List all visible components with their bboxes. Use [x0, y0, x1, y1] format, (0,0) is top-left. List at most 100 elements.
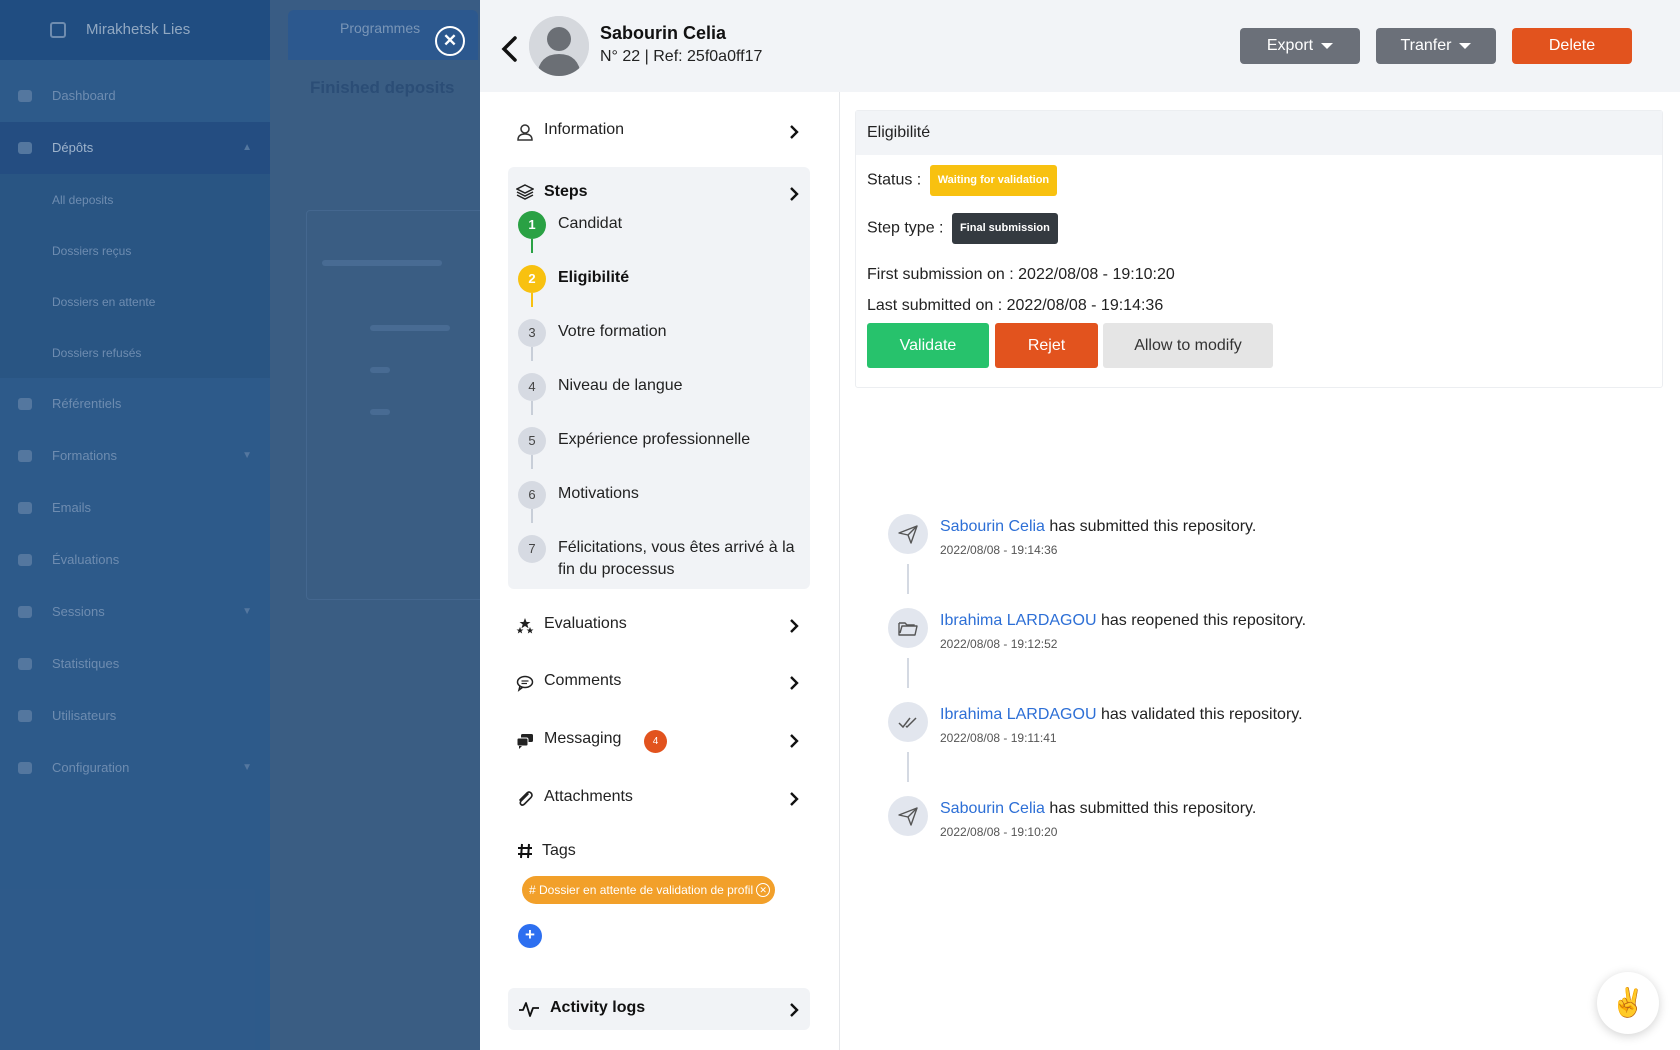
- timeline-user-link[interactable]: Sabourin Celia: [940, 518, 1045, 535]
- tags-title: Tags: [542, 842, 576, 859]
- tag-label: # Dossier en attente de validation de pr…: [529, 883, 754, 897]
- step-connector: [531, 293, 533, 307]
- transfer-button[interactable]: Tranfer: [1376, 28, 1496, 64]
- candidate-drawer: Sabourin Celia N° 22 | Ref: 25f0a0ff17 E…: [480, 0, 1680, 1050]
- export-button[interactable]: Export: [1240, 28, 1360, 64]
- step-number: 7: [518, 535, 546, 563]
- folder-open-icon: [888, 608, 928, 648]
- step-number: 4: [518, 373, 546, 401]
- transfer-label: Tranfer: [1400, 37, 1452, 54]
- step-label: Félicitations, vous êtes arrivé à la fin…: [558, 539, 795, 578]
- menu-attachments[interactable]: Attachments: [508, 778, 810, 818]
- remove-tag-icon[interactable]: ✕: [756, 883, 771, 897]
- export-label: Export: [1266, 37, 1314, 54]
- step-type-row: Step type : Final submission: [867, 213, 1058, 244]
- timeline-date: 2022/08/08 - 19:12:52: [940, 637, 1058, 651]
- menu-attachments-label: Attachments: [544, 788, 633, 805]
- timeline-connector: [907, 658, 909, 688]
- timeline-text: Sabourin Celia has submitted this reposi…: [940, 800, 1256, 818]
- timeline-date: 2022/08/08 - 19:10:20: [940, 825, 1058, 839]
- menu-information[interactable]: Information: [508, 111, 810, 151]
- step-connector: [531, 401, 533, 415]
- timeline-user-link[interactable]: Ibrahima LARDAGOU: [940, 612, 1097, 629]
- eligibility-card: Eligibilité Status : Waiting for validat…: [855, 110, 1663, 388]
- timeline-date: 2022/08/08 - 19:14:36: [940, 543, 1058, 557]
- status-row: Status : Waiting for validation: [867, 165, 1058, 196]
- step-label: Votre formation: [558, 323, 667, 340]
- paperclip-icon: [516, 790, 534, 808]
- steps-section: Steps 1 Candidat 2 Eligibilité 3 Votre f…: [508, 167, 810, 589]
- step-label: Candidat: [558, 215, 623, 232]
- timeline-user-link[interactable]: Ibrahima LARDAGOU: [940, 706, 1097, 723]
- menu-messaging-label: Messaging: [544, 730, 622, 747]
- timeline-connector: [907, 752, 909, 782]
- menu-comments-label: Comments: [544, 672, 622, 689]
- hashtag-icon: [516, 842, 534, 865]
- step-number: 3: [518, 319, 546, 347]
- menu-information-label: Information: [544, 121, 625, 138]
- victory-hand-icon[interactable]: ✌: [1597, 972, 1659, 1034]
- step-connector: [531, 455, 533, 469]
- back-button[interactable]: [497, 32, 523, 66]
- chevron-right-icon: [788, 733, 800, 749]
- modal-backdrop[interactable]: [0, 0, 480, 1050]
- steps-header[interactable]: Steps: [515, 179, 802, 209]
- stars-icon: [516, 617, 534, 635]
- drawer-right-panel: Eligibilité Status : Waiting for validat…: [840, 92, 1680, 1050]
- drawer-header: Sabourin Celia N° 22 | Ref: 25f0a0ff17 E…: [480, 0, 1680, 92]
- first-submission-text: First submission on : 2022/08/08 - 19:10…: [867, 266, 1175, 283]
- step-type-label: Step type :: [867, 219, 944, 237]
- user-icon: [516, 123, 534, 141]
- timeline-action: has submitted this repository.: [1044, 800, 1257, 817]
- drawer-left-panel: Information Steps 1 Candidat 2 Eligibili…: [480, 92, 840, 1050]
- menu-evaluations[interactable]: Evaluations: [508, 605, 810, 645]
- step-connector: [531, 347, 533, 361]
- timeline-action: has submitted this repository.: [1044, 518, 1257, 535]
- reject-button[interactable]: Rejet: [995, 323, 1098, 368]
- step-number: 5: [518, 427, 546, 455]
- menu-evaluations-label: Evaluations: [544, 615, 627, 632]
- activity-pulse-icon: [518, 1000, 540, 1018]
- chevron-left-icon: [501, 36, 517, 62]
- timeline-action: has validated this repository.: [1096, 706, 1303, 723]
- status-label: Status :: [867, 171, 922, 189]
- step-number: 2: [518, 265, 546, 293]
- paper-plane-icon: [888, 514, 928, 554]
- timeline-user-link[interactable]: Sabourin Celia: [940, 800, 1045, 817]
- step-label: Motivations: [558, 485, 639, 502]
- user-silhouette-icon: [529, 16, 589, 76]
- allow-to-modify-button[interactable]: Allow to modify: [1103, 323, 1273, 368]
- close-icon: ✕: [442, 31, 458, 50]
- chevron-right-icon: [788, 124, 800, 140]
- avatar: [529, 16, 589, 76]
- steps-label: Steps: [544, 183, 588, 200]
- timeline-action: has reopened this repository.: [1096, 612, 1307, 629]
- menu-comments[interactable]: Comments: [508, 662, 810, 702]
- messaging-count-badge: 4: [644, 730, 667, 753]
- menu-messaging[interactable]: Messaging 4: [508, 720, 810, 760]
- step-number: 1: [518, 211, 546, 239]
- close-drawer-button[interactable]: ✕: [435, 26, 465, 56]
- caret-down-icon: [1321, 42, 1334, 49]
- paper-plane-icon: [888, 796, 928, 836]
- status-badge: Waiting for validation: [929, 165, 1058, 196]
- timeline-date: 2022/08/08 - 19:11:41: [940, 731, 1057, 745]
- messages-icon: [516, 732, 534, 750]
- double-check-icon: [888, 702, 928, 742]
- comment-icon: [516, 674, 534, 692]
- step-type-badge: Final submission: [951, 213, 1058, 244]
- tag-chip: # Dossier en attente de validation de pr…: [522, 876, 776, 904]
- step-connector: [531, 509, 533, 523]
- chevron-right-icon: [788, 618, 800, 634]
- add-tag-button[interactable]: +: [518, 924, 542, 948]
- timeline-connector: [907, 564, 909, 594]
- step-label: Eligibilité: [558, 269, 630, 286]
- candidate-reference: N° 22 | Ref: 25f0a0ff17: [600, 48, 763, 65]
- menu-activity-logs[interactable]: Activity logs: [508, 988, 810, 1030]
- step-number: 6: [518, 481, 546, 509]
- step-label: Expérience professionnelle: [558, 431, 751, 448]
- validate-button[interactable]: Validate: [867, 323, 989, 368]
- chevron-right-icon: [788, 186, 800, 202]
- last-submitted-text: Last submitted on : 2022/08/08 - 19:14:3…: [867, 297, 1164, 314]
- delete-button[interactable]: Delete: [1512, 28, 1632, 64]
